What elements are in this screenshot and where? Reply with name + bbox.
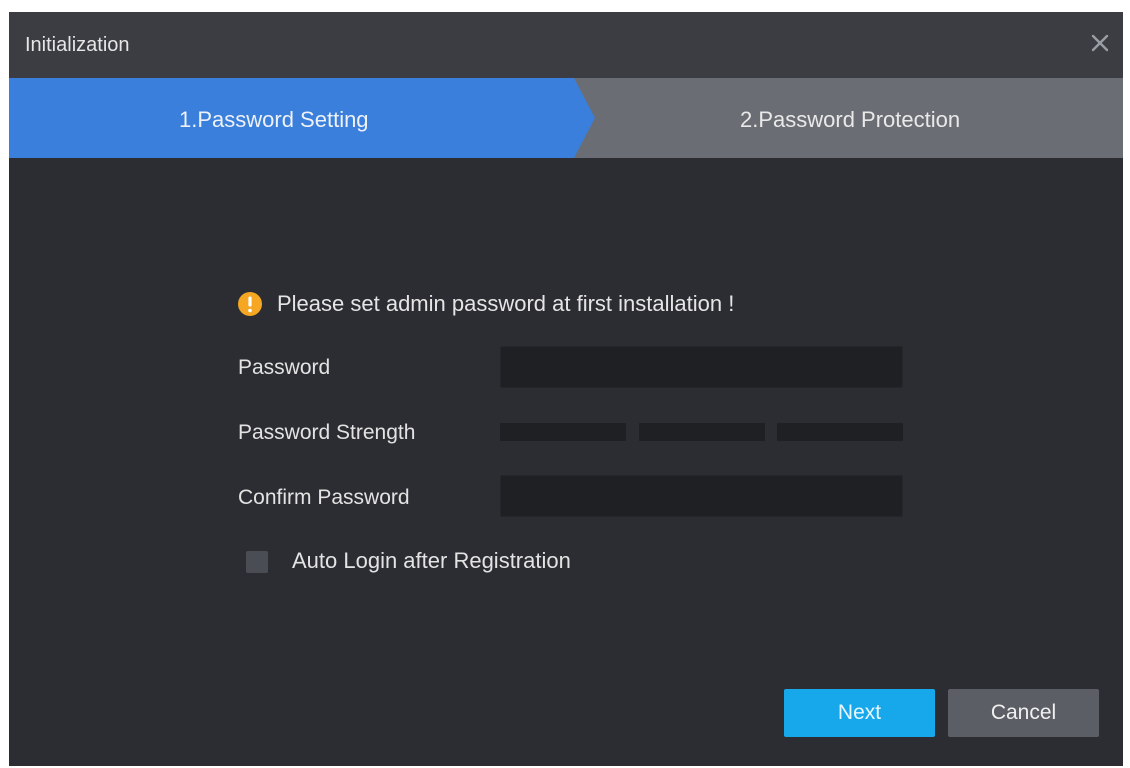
step-password-setting: 1.Password Setting [179,107,369,132]
auto-login-label[interactable]: Auto Login after Registration [292,548,571,574]
step-password-protection: 2.Password Protection [740,107,961,132]
strength-segment-strong [777,423,903,441]
confirm-password-label: Confirm Password [238,486,410,509]
strength-segment-medium [639,423,765,441]
initialization-dialog: Initialization 1.Password Setting 2.Pass… [9,12,1123,766]
warning-icon [238,292,262,316]
confirm-password-input[interactable] [500,475,903,517]
password-label: Password [238,356,331,379]
notice-text: Please set admin password at first insta… [277,291,735,316]
password-strength-label: Password Strength [238,421,416,444]
step-indicator: 1.Password Setting 2.Password Protection [9,78,1123,158]
cancel-button[interactable]: Cancel [948,689,1099,737]
password-input[interactable] [500,346,903,388]
close-icon[interactable] [1087,30,1113,56]
strength-segment-weak [500,423,626,441]
window-title: Initialization [25,34,130,56]
notice-message: Please set admin password at first insta… [237,290,734,318]
auto-login-checkbox[interactable] [246,551,268,573]
title-bar: Initialization [9,12,1123,78]
next-button[interactable]: Next [784,689,935,737]
